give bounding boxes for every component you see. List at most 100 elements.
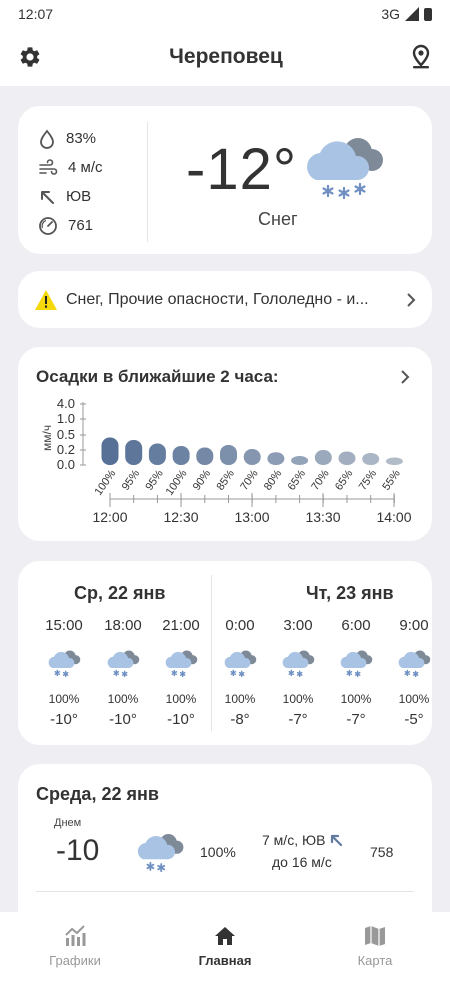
hour-icon-wrap [151, 639, 211, 687]
probability-label: 80% [262, 468, 285, 493]
daily-pressure: 758 [370, 844, 394, 860]
hour-time: 6:00 [341, 617, 371, 634]
precip-bar [196, 447, 214, 465]
nav-charts[interactable]: Графики [0, 912, 150, 1000]
hour-precip-probability: 100% [340, 692, 372, 706]
day-header-wed: Ср, 22 янв [74, 583, 166, 603]
humidity-row: 83% [38, 124, 146, 153]
gear-icon[interactable] [18, 45, 42, 69]
hour-time: 3:00 [283, 617, 313, 634]
hour-precip-probability: 100% [107, 692, 139, 706]
hour-icon-wrap [268, 639, 328, 687]
hour-column[interactable]: 15:00 100% -10° [34, 617, 94, 728]
pressure-value: 761 [68, 217, 94, 234]
probability-label: 85% [214, 468, 237, 493]
hour-column[interactable]: 9:00 100% -5° [384, 617, 432, 728]
hour-time: 9:00 [399, 617, 429, 634]
precip-bar [125, 440, 143, 465]
hour-precip-probability: 100% [398, 692, 430, 706]
hour-icon-wrap [93, 639, 153, 687]
probability-label: 70% [238, 468, 261, 493]
precip-bar [291, 456, 309, 465]
daily-wind: 7 м/с, ЮВ [262, 832, 343, 848]
y-tick-label: 0.0 [57, 457, 75, 472]
probability-label: 75% [357, 468, 380, 493]
arrow-up-left-icon [41, 190, 54, 204]
pressure-gauge-icon [39, 216, 57, 235]
warning-icon [35, 289, 57, 310]
y-tick-label: 1.0 [57, 411, 75, 426]
snow-cloud-icon [107, 650, 140, 678]
nav-home-label: Главная [198, 953, 252, 968]
current-details: 83% 4 м/с ЮВ 761 [38, 124, 146, 240]
hour-temperature: -7° [346, 711, 366, 728]
precip-bar [338, 451, 356, 465]
snow-cloud-icon [282, 650, 315, 678]
daily-temperature: -10 [56, 834, 100, 867]
hour-column[interactable]: 21:00 100% -10° [151, 617, 211, 728]
probability-label: 90% [191, 468, 214, 493]
x-tick-label: 12:30 [163, 509, 198, 525]
humidity-drop-icon [40, 129, 54, 149]
x-tick-label: 14:00 [376, 509, 411, 525]
arrow-up-left-icon [331, 834, 343, 847]
wind-icon [39, 158, 58, 175]
hour-column[interactable]: 0:00 100% -8° [210, 617, 270, 728]
wind-direction-value: ЮВ [66, 188, 92, 205]
current-temperature: -12° [186, 137, 298, 202]
hour-column[interactable]: 18:00 100% -10° [93, 617, 153, 728]
nav-home[interactable]: Главная [150, 912, 300, 1000]
current-weather-card[interactable]: 83% 4 м/с ЮВ 761 -12° Снег [18, 106, 432, 254]
snow-cloud-icon [137, 834, 184, 873]
current-description: Снег [258, 209, 298, 229]
y-tick-label: 0.2 [57, 442, 75, 457]
precipitation-card[interactable]: Осадки в ближайшие 2 часа: мм/ч 0.0 0.2 0.… [18, 347, 432, 541]
hour-precip-probability: 100% [48, 692, 80, 706]
location-pin-icon[interactable] [410, 44, 432, 70]
wind-direction-row: ЮВ [38, 182, 146, 211]
signal-icon [405, 7, 419, 21]
precip-bar [220, 445, 237, 465]
y-tick-label: 4.0 [57, 396, 75, 411]
chevron-right-icon[interactable] [404, 292, 418, 308]
hour-icon-wrap [384, 639, 432, 687]
hour-time: 18:00 [104, 617, 142, 634]
precip-bar [362, 453, 380, 465]
hour-column[interactable]: 3:00 100% -7° [268, 617, 328, 728]
status-icons: 3G [381, 6, 432, 22]
network-label: 3G [381, 6, 400, 22]
hour-temperature: -10° [50, 711, 78, 728]
snow-cloud-icon [165, 650, 198, 678]
precip-bar [101, 437, 119, 465]
hour-icon-wrap [326, 639, 386, 687]
hour-column[interactable]: 6:00 100% -7° [326, 617, 386, 728]
day-period-label: Днем [54, 817, 82, 829]
hour-precip-probability: 100% [282, 692, 314, 706]
hour-icon-wrap [34, 639, 94, 687]
precip-bar [314, 450, 332, 465]
pressure-row: 761 [38, 211, 146, 240]
precip-bar [267, 452, 285, 465]
alert-text: Снег, Прочие опасности, Гололедно - и... [66, 290, 369, 308]
hour-temperature: -5° [404, 711, 424, 728]
map-icon [365, 926, 385, 946]
status-bar: 12:07 3G [0, 0, 450, 28]
x-tick-label: 12:00 [92, 509, 127, 525]
status-time: 12:07 [18, 6, 54, 22]
snow-cloud-icon [398, 650, 431, 678]
probability-label: 100% [92, 468, 118, 498]
precip-bar [385, 457, 403, 465]
precipitation-chart: мм/ч 0.00.20.51.04.0 100% 95% 95%100% 90% 85… [40, 396, 412, 525]
nav-map[interactable]: Карта [300, 912, 450, 1000]
y-tick-label: 0.5 [57, 427, 75, 442]
probability-label: 70% [309, 468, 332, 493]
probability-label: 65% [286, 468, 309, 493]
battery-icon [424, 7, 432, 21]
hourly-forecast-card[interactable]: Ср, 22 янв Чт, 23 янв 15:00 100% -10° 18:00… [18, 561, 432, 745]
hour-time: 0:00 [225, 617, 255, 634]
nav-map-label: Карта [357, 953, 393, 968]
bottom-navigation: Графики Главная Карта [0, 912, 450, 1000]
weather-alert-card[interactable]: Снег, Прочие опасности, Гололедно - и... [18, 271, 432, 328]
wind-row: 4 м/с [38, 153, 146, 182]
x-tick-label: 13:00 [234, 509, 269, 525]
